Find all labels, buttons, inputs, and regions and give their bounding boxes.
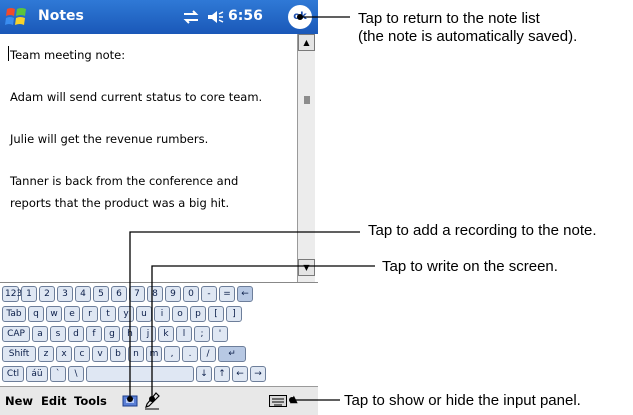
callout-leader-lines [127,14,375,403]
